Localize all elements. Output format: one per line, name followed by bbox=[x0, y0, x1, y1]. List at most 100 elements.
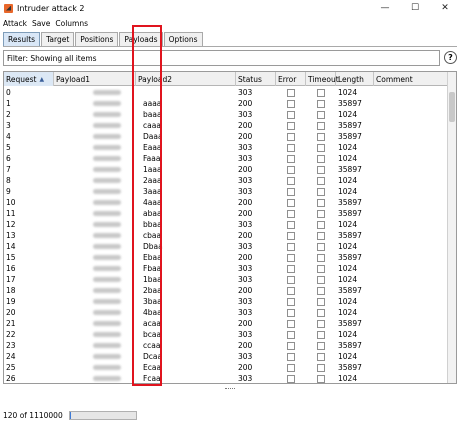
table-row[interactable]: 8 2aaa 303 1024 bbox=[4, 175, 449, 186]
table-row[interactable]: 10 4aaa 200 35897 bbox=[4, 197, 449, 208]
column-header-status[interactable]: Status bbox=[236, 72, 276, 86]
cell-length: 1024 bbox=[338, 308, 358, 317]
timeout-checkbox bbox=[317, 319, 325, 328]
cell-request: 0 bbox=[6, 88, 11, 97]
table-row[interactable]: 9 3aaa 303 1024 bbox=[4, 186, 449, 197]
redacted-payload1 bbox=[93, 178, 121, 183]
maximize-button[interactable]: ☐ bbox=[400, 0, 430, 16]
vertical-scrollbar[interactable] bbox=[447, 72, 456, 383]
table-row[interactable]: 23 ccaa 200 35897 bbox=[4, 340, 449, 351]
menu-save[interactable]: Save bbox=[32, 19, 50, 28]
cell-error bbox=[276, 252, 306, 263]
column-header-length[interactable]: Length bbox=[336, 72, 374, 86]
payload2-value: acaa bbox=[143, 319, 161, 328]
cell-payload1 bbox=[54, 296, 136, 307]
tab-results[interactable]: Results bbox=[3, 32, 41, 46]
table-row[interactable]: 3 caaa 200 35897 bbox=[4, 120, 449, 131]
cell-request: 22 bbox=[6, 330, 16, 339]
timeout-checkbox bbox=[317, 198, 325, 207]
cell-request: 19 bbox=[6, 297, 16, 306]
cell-payload2: Daaa bbox=[136, 131, 236, 142]
cell-comment bbox=[374, 175, 449, 186]
redacted-payload1 bbox=[93, 288, 121, 293]
cell-error bbox=[276, 142, 306, 153]
table-row[interactable]: 20 4baa 303 1024 bbox=[4, 307, 449, 318]
redacted-payload1 bbox=[93, 365, 121, 370]
column-header-error[interactable]: Error bbox=[276, 72, 306, 86]
title-bar: Intruder attack 2 — ☐ ✕ bbox=[0, 0, 460, 16]
table-row[interactable]: 0 303 1024 bbox=[4, 87, 449, 98]
tab-target[interactable]: Target bbox=[41, 32, 75, 46]
table-row[interactable]: 15 Ebaa 200 35897 bbox=[4, 252, 449, 263]
timeout-checkbox bbox=[317, 231, 325, 240]
table-row[interactable]: 16 Fbaa 303 1024 bbox=[4, 263, 449, 274]
table-row[interactable]: 2 baaa 303 1024 bbox=[4, 109, 449, 120]
column-header-comment[interactable]: Comment bbox=[374, 72, 449, 86]
scrollbar-thumb[interactable] bbox=[449, 92, 455, 122]
table-row[interactable]: 4 Daaa 200 35897 bbox=[4, 131, 449, 142]
table-row[interactable]: 6 Faaa 303 1024 bbox=[4, 153, 449, 164]
cell-status: 200 bbox=[238, 231, 253, 240]
timeout-checkbox bbox=[317, 374, 325, 383]
splitter-grip-icon[interactable] bbox=[225, 388, 235, 390]
error-checkbox bbox=[287, 286, 295, 295]
table-row[interactable]: 25 Ecaa 200 35897 bbox=[4, 362, 449, 373]
table-row[interactable]: 24 Dcaa 303 1024 bbox=[4, 351, 449, 362]
cell-error bbox=[276, 197, 306, 208]
cell-payload2: acaa bbox=[136, 318, 236, 329]
cell-length: 35897 bbox=[338, 341, 362, 350]
column-header-request[interactable]: Request ▲ bbox=[4, 72, 54, 86]
cell-payload1 bbox=[54, 208, 136, 219]
error-checkbox bbox=[287, 352, 295, 361]
table-row[interactable]: 5 Eaaa 303 1024 bbox=[4, 142, 449, 153]
table-row[interactable]: 18 2baa 200 35897 bbox=[4, 285, 449, 296]
help-icon[interactable]: ? bbox=[444, 51, 457, 64]
cell-error bbox=[276, 87, 306, 98]
table-row[interactable]: 21 acaa 200 35897 bbox=[4, 318, 449, 329]
sort-ascending-icon: ▲ bbox=[39, 75, 45, 83]
cell-comment bbox=[374, 373, 449, 383]
error-checkbox bbox=[287, 110, 295, 119]
column-header-timeout[interactable]: Timeout bbox=[306, 72, 339, 86]
table-row[interactable]: 1 aaaa 200 35897 bbox=[4, 98, 449, 109]
table-row[interactable]: 14 Dbaa 303 1024 bbox=[4, 241, 449, 252]
tab-positions[interactable]: Positions bbox=[75, 32, 119, 46]
timeout-checkbox bbox=[317, 308, 325, 317]
cell-payload2: Fcaa bbox=[136, 373, 236, 383]
timeout-checkbox bbox=[317, 242, 325, 251]
payload2-value: Fcaa bbox=[143, 374, 161, 383]
pane-splitter[interactable] bbox=[3, 386, 457, 392]
filter-bar[interactable]: Filter: Showing all items bbox=[3, 50, 440, 66]
cell-error bbox=[276, 164, 306, 175]
progress-text: 120 of 1110000 bbox=[3, 411, 63, 420]
error-checkbox bbox=[287, 143, 295, 152]
cell-payload1 bbox=[54, 274, 136, 285]
close-button[interactable]: ✕ bbox=[430, 0, 460, 16]
column-header-payload2[interactable]: Payload2 bbox=[136, 72, 236, 86]
table-row[interactable]: 26 Fcaa 303 1024 bbox=[4, 373, 449, 383]
table-row[interactable]: 13 cbaa 200 35897 bbox=[4, 230, 449, 241]
cell-status: 303 bbox=[238, 330, 253, 339]
menu-columns[interactable]: Columns bbox=[55, 19, 88, 28]
cell-timeout bbox=[306, 164, 336, 175]
minimize-button[interactable]: — bbox=[370, 0, 400, 16]
tab-payloads[interactable]: Payloads bbox=[119, 32, 163, 46]
menu-attack[interactable]: Attack bbox=[3, 19, 27, 28]
table-row[interactable]: 17 1baa 303 1024 bbox=[4, 274, 449, 285]
table-row[interactable]: 12 bbaa 303 1024 bbox=[4, 219, 449, 230]
tab-options[interactable]: Options bbox=[163, 32, 203, 46]
cell-status: 303 bbox=[238, 88, 253, 97]
cell-error bbox=[276, 98, 306, 109]
table-row[interactable]: 11 abaa 200 35897 bbox=[4, 208, 449, 219]
cell-timeout bbox=[306, 296, 336, 307]
cell-error bbox=[276, 296, 306, 307]
table-row[interactable]: 22 bcaa 303 1024 bbox=[4, 329, 449, 340]
column-header-payload1[interactable]: Payload1 bbox=[54, 72, 136, 86]
table-row[interactable]: 19 3baa 303 1024 bbox=[4, 296, 449, 307]
cell-error bbox=[276, 263, 306, 274]
cell-comment bbox=[374, 186, 449, 197]
status-bar: 120 of 1110000 bbox=[0, 408, 460, 423]
payload2-value: 3baa bbox=[143, 297, 162, 306]
table-row[interactable]: 7 1aaa 200 35897 bbox=[4, 164, 449, 175]
timeout-checkbox bbox=[317, 99, 325, 108]
